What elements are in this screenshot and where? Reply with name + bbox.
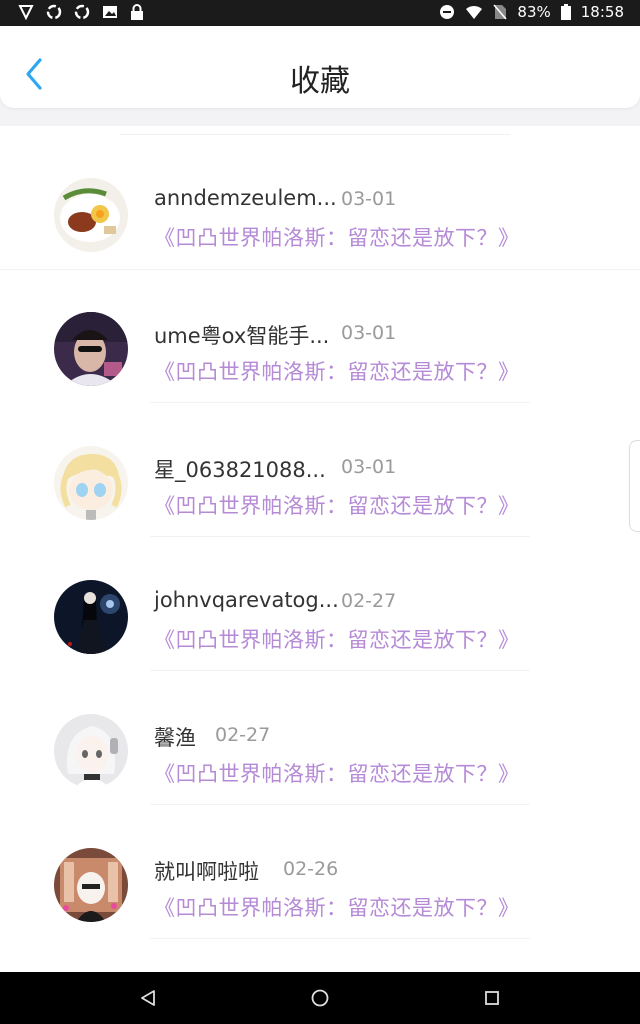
user-name[interactable]: johnvqarevatog...: [154, 588, 339, 612]
user-name[interactable]: 就叫啊啦啦: [154, 856, 259, 886]
shield-icon: [18, 4, 34, 20]
top-app-bar: 收藏: [0, 26, 640, 108]
date: 02-27: [341, 590, 397, 612]
date: 03-01: [341, 456, 397, 478]
square-recents-icon: [482, 991, 502, 1012]
system-navigation-bar: [0, 972, 640, 1024]
status-icons-left: [18, 4, 144, 20]
clock: 18:58: [580, 3, 624, 21]
date: 03-01: [341, 322, 397, 344]
sync-icon: [46, 4, 62, 20]
status-icons-right: 83% 18:58: [439, 3, 624, 21]
nav-back-button[interactable]: [138, 988, 158, 1012]
status-bar: 83% 18:58: [0, 0, 640, 26]
article-title-link[interactable]: 《凹凸世界帕洛斯：留恋还是放下？》: [154, 222, 520, 252]
list-item[interactable]: anndemzeulem... 03-01 《凹凸世界帕洛斯：留恋还是放下？》: [0, 134, 640, 268]
nav-home-button[interactable]: [310, 988, 330, 1012]
side-drawer-handle[interactable]: [629, 440, 640, 532]
date: 02-26: [283, 858, 339, 880]
circle-home-icon: [310, 989, 330, 1012]
sync-icon-2: [74, 4, 90, 20]
lock-icon: [130, 4, 144, 20]
avatar[interactable]: [54, 446, 128, 520]
do-not-disturb-icon: [439, 4, 455, 20]
list-item[interactable]: ume粤ox智能手... 03-01 《凹凸世界帕洛斯：留恋还是放下？》: [0, 268, 640, 402]
user-name[interactable]: ume粤ox智能手...: [154, 320, 329, 350]
page-title: 收藏: [290, 64, 350, 99]
user-name[interactable]: 馨渔: [154, 722, 196, 752]
list-item[interactable]: 星_063821088... 03-01 《凹凸世界帕洛斯：留恋还是放下？》: [0, 402, 640, 536]
avatar[interactable]: [54, 580, 128, 654]
user-name[interactable]: anndemzeulem...: [154, 186, 337, 210]
list-item[interactable]: 馨渔 02-27 《凹凸世界帕洛斯：留恋还是放下？》: [0, 670, 640, 804]
article-title-link[interactable]: 《凹凸世界帕洛斯：留恋还是放下？》: [154, 758, 520, 788]
triangle-back-icon: [138, 990, 158, 1012]
date: 02-27: [215, 724, 271, 746]
no-sim-icon: [493, 4, 507, 20]
battery-percent: 83%: [517, 3, 551, 21]
avatar[interactable]: [54, 714, 128, 788]
article-title-link[interactable]: 《凹凸世界帕洛斯：留恋还是放下？》: [154, 624, 520, 654]
article-title-link[interactable]: 《凹凸世界帕洛斯：留恋还是放下？》: [154, 356, 520, 386]
article-title-link[interactable]: 《凹凸世界帕洛斯：留恋还是放下？》: [154, 892, 520, 922]
avatar[interactable]: [54, 178, 128, 252]
date: 03-01: [341, 188, 397, 210]
wifi-icon: [465, 4, 483, 20]
list-item[interactable]: 就叫啊啦啦 02-26 《凹凸世界帕洛斯：留恋还是放下？》: [0, 804, 640, 938]
battery-icon: [560, 4, 571, 20]
avatar[interactable]: [54, 848, 128, 922]
avatar[interactable]: [54, 312, 128, 386]
list-item[interactable]: johnvqarevatog... 02-27 《凹凸世界帕洛斯：留恋还是放下？…: [0, 536, 640, 670]
nav-recents-button[interactable]: [482, 988, 502, 1012]
user-name[interactable]: 星_063821088...: [154, 454, 326, 484]
article-title-link[interactable]: 《凹凸世界帕洛斯：留恋还是放下？》: [154, 490, 520, 520]
image-icon: [102, 4, 118, 20]
divider: [150, 938, 530, 939]
